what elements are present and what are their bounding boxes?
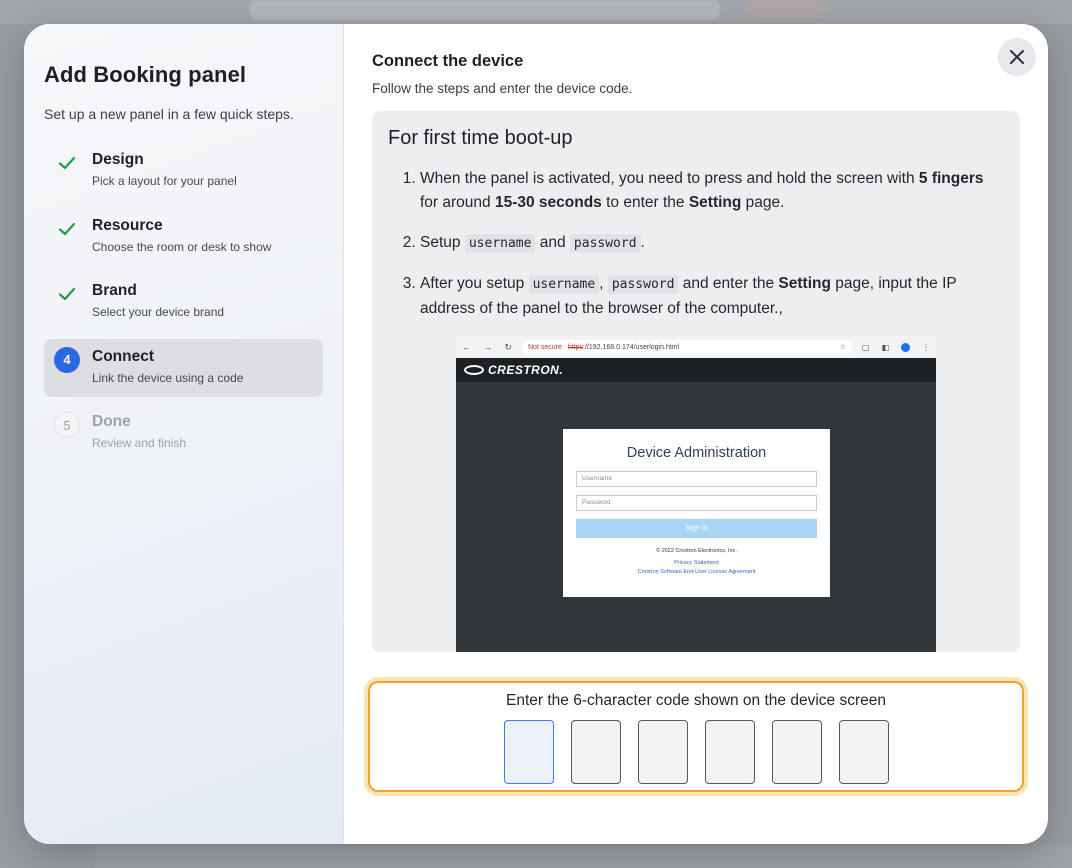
step-done: 5 Done Review and finish <box>44 404 323 462</box>
step-list: Design Pick a layout for your panel Reso… <box>44 142 323 462</box>
check-icon <box>54 150 80 176</box>
step-title: Connect <box>92 347 154 365</box>
device-admin-card: Device Administration Username Password … <box>563 429 830 597</box>
step-title: Design <box>92 151 144 168</box>
close-button[interactable] <box>998 38 1036 76</box>
wizard-sidebar: Add Booking panel Set up a new panel in … <box>24 24 344 844</box>
step-connect[interactable]: 4 Connect Link the device using a code <box>44 338 323 397</box>
crestron-login-screenshot: ← → ↻ Not secure https://192.168.0.174/use… <box>456 336 936 652</box>
check-icon <box>54 281 80 307</box>
background-bottom-bar <box>95 846 1072 868</box>
step-title: Resource <box>92 216 163 234</box>
privacy-link: Privacy Statement <box>674 560 719 566</box>
instructions-list: When the panel is activated, you need to… <box>388 167 1004 321</box>
copyright-text: © 2022 Crestron Electronics, Inc. <box>656 548 737 554</box>
code-entry-label: Enter the 6-character code shown on the … <box>506 692 886 709</box>
code-input-group <box>370 720 1022 784</box>
instructions-box: For first time boot-up When the panel is… <box>372 111 1020 652</box>
sign-in-button: Sign In <box>576 519 817 538</box>
step-number-badge: 4 <box>54 346 80 373</box>
username-field: Username <box>576 471 817 487</box>
sidebar-icon: ◧ <box>881 342 889 352</box>
check-icon <box>54 216 80 242</box>
inline-code: password <box>607 275 679 294</box>
section-lead: Follow the steps and enter the device co… <box>372 81 633 96</box>
instruction-step-2: Setup username and password. <box>420 231 1004 256</box>
step-description: Review and finish <box>92 436 187 450</box>
device-admin-title: Device Administration <box>626 445 767 461</box>
crestron-logo: CRESTRON. <box>488 363 564 377</box>
step-description: Link the device using a code <box>92 370 244 385</box>
step-title: Done <box>92 413 131 430</box>
step-description: Select your device brand <box>92 305 225 319</box>
code-digit-input[interactable] <box>503 720 554 784</box>
code-digit-input[interactable] <box>704 720 755 784</box>
step-description: Pick a layout for your panel <box>92 174 237 188</box>
instruction-step-3: After you setup username, password and e… <box>420 272 1004 321</box>
step-brand[interactable]: Brand Select your device brand <box>44 273 323 331</box>
profile-avatar <box>901 342 910 352</box>
instruction-step-1: When the panel is activated, you need to… <box>420 167 1004 215</box>
background-search <box>250 0 720 20</box>
star-icon: ☆ <box>839 344 846 351</box>
modal-subtitle: Set up a new panel in a few quick steps. <box>44 106 294 122</box>
step-number-badge: 5 <box>54 412 80 438</box>
code-digit-input[interactable] <box>570 720 621 784</box>
step-design[interactable]: Design Pick a layout for your panel <box>44 142 323 200</box>
password-field: Password <box>576 495 817 511</box>
step-title: Brand <box>92 282 137 299</box>
close-icon <box>1010 50 1024 64</box>
browser-nav-icons: ← → ↻ <box>462 341 512 352</box>
connect-content: Connect the device Follow the steps and … <box>344 24 1048 844</box>
inline-code: password <box>569 234 641 253</box>
browser-toolbar-icons: ▢ ◧ ⋮ <box>861 342 930 352</box>
crestron-header: CRESTRON. <box>456 358 936 382</box>
license-link: Crestron Software End-User License Agree… <box>637 569 756 575</box>
add-booking-panel-modal: Add Booking panel Set up a new panel in … <box>24 24 1048 844</box>
instructions-title: For first time boot-up <box>388 127 573 149</box>
step-description: Choose the room or desk to show <box>92 239 272 254</box>
modal-title: Add Booking panel <box>44 62 247 87</box>
device-code-entry: Enter the 6-character code shown on the … <box>368 681 1024 792</box>
extension-icon: ▢ <box>861 342 870 352</box>
code-digit-input[interactable] <box>771 720 822 784</box>
background-button <box>745 0 825 18</box>
not-secure-label: Not secure <box>528 343 562 351</box>
inline-code: username <box>528 275 600 294</box>
section-title: Connect the device <box>372 52 524 70</box>
browser-url-bar: Not secure https://192.168.0.174/userlog… <box>522 339 852 355</box>
browser-toolbar: ← → ↻ Not secure https://192.168.0.174/use… <box>456 336 936 358</box>
crestron-logo-icon <box>464 365 484 375</box>
menu-icon: ⋮ <box>922 342 930 352</box>
inline-code: username <box>464 234 536 253</box>
code-digit-input[interactable] <box>838 720 889 784</box>
code-digit-input[interactable] <box>637 720 688 784</box>
step-resource[interactable]: Resource Choose the room or desk to show <box>44 208 323 266</box>
